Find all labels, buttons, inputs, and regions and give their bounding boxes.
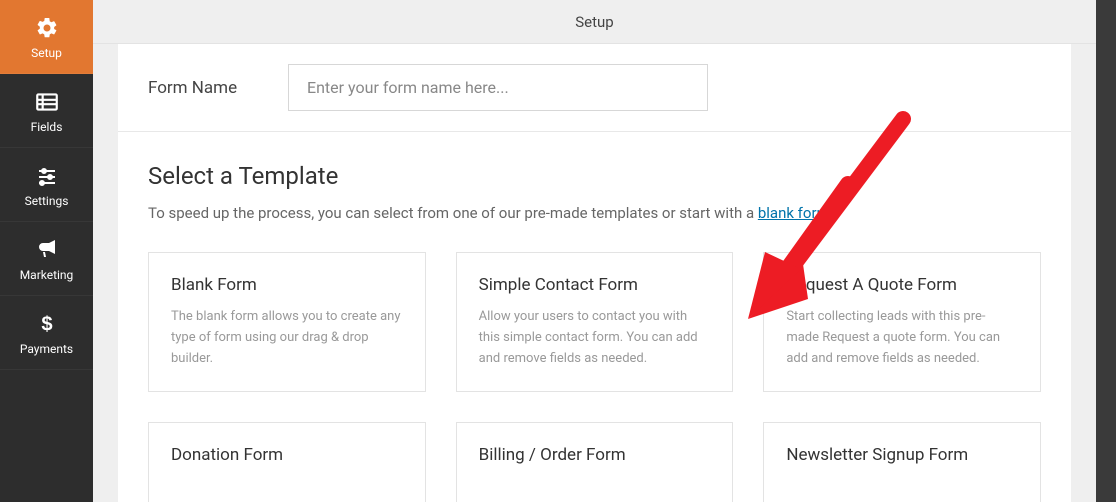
template-title: Blank Form <box>171 275 403 295</box>
content-panel: Form Name Select a Template To speed up … <box>118 44 1071 502</box>
sidebar-item-payments[interactable]: $ Payments <box>0 296 93 370</box>
sidebar-item-marketing[interactable]: Marketing <box>0 222 93 296</box>
template-title: Request A Quote Form <box>786 275 1018 295</box>
form-name-row: Form Name <box>118 44 1071 132</box>
template-title: Simple Contact Form <box>479 275 711 295</box>
template-card-request-quote[interactable]: Request A Quote Form Start collecting le… <box>763 252 1041 392</box>
form-name-label: Form Name <box>148 78 288 98</box>
app-root: Setup Fields Settings Marketing $ Paymen… <box>0 0 1116 502</box>
gear-icon <box>33 14 61 42</box>
template-card-newsletter[interactable]: Newsletter Signup Form <box>763 422 1041 502</box>
template-heading: Select a Template <box>148 162 1041 190</box>
template-section: Select a Template To speed up the proces… <box>118 132 1071 502</box>
list-icon <box>33 88 61 116</box>
sidebar-item-label: Marketing <box>20 268 74 282</box>
template-title: Donation Form <box>171 445 403 465</box>
template-title: Newsletter Signup Form <box>786 445 1018 465</box>
sidebar-item-setup[interactable]: Setup <box>0 0 93 74</box>
sidebar: Setup Fields Settings Marketing $ Paymen… <box>0 0 93 502</box>
template-desc: Start collecting leads with this pre-mad… <box>786 307 1018 369</box>
page-title: Setup <box>575 13 613 31</box>
sidebar-item-settings[interactable]: Settings <box>0 148 93 222</box>
template-card-simple-contact[interactable]: Simple Contact Form Allow your users to … <box>456 252 734 392</box>
template-desc: Allow your users to contact you with thi… <box>479 307 711 369</box>
template-card-billing[interactable]: Billing / Order Form <box>456 422 734 502</box>
template-title: Billing / Order Form <box>479 445 711 465</box>
dollar-icon: $ <box>33 310 61 338</box>
right-gutter <box>1096 0 1116 502</box>
template-card-donation[interactable]: Donation Form <box>148 422 426 502</box>
sidebar-item-label: Payments <box>20 342 73 356</box>
svg-text:$: $ <box>41 313 52 335</box>
sidebar-item-fields[interactable]: Fields <box>0 74 93 148</box>
template-card-blank[interactable]: Blank Form The blank form allows you to … <box>148 252 426 392</box>
form-name-input[interactable] <box>288 64 708 111</box>
sidebar-item-label: Settings <box>25 194 69 208</box>
templates-grid: Blank Form The blank form allows you to … <box>148 252 1041 502</box>
bullhorn-icon <box>33 236 61 264</box>
sidebar-item-label: Fields <box>31 120 63 134</box>
template-subtext-prefix: To speed up the process, you can select … <box>148 204 758 222</box>
sidebar-item-label: Setup <box>31 46 62 60</box>
template-desc: The blank form allows you to create any … <box>171 307 403 369</box>
topbar: Setup <box>93 0 1096 44</box>
main-content: Setup Form Name Select a Template To spe… <box>93 0 1096 502</box>
template-subtext: To speed up the process, you can select … <box>148 204 1041 222</box>
blank-form-link[interactable]: blank form. <box>758 204 834 222</box>
sliders-icon <box>33 162 61 190</box>
